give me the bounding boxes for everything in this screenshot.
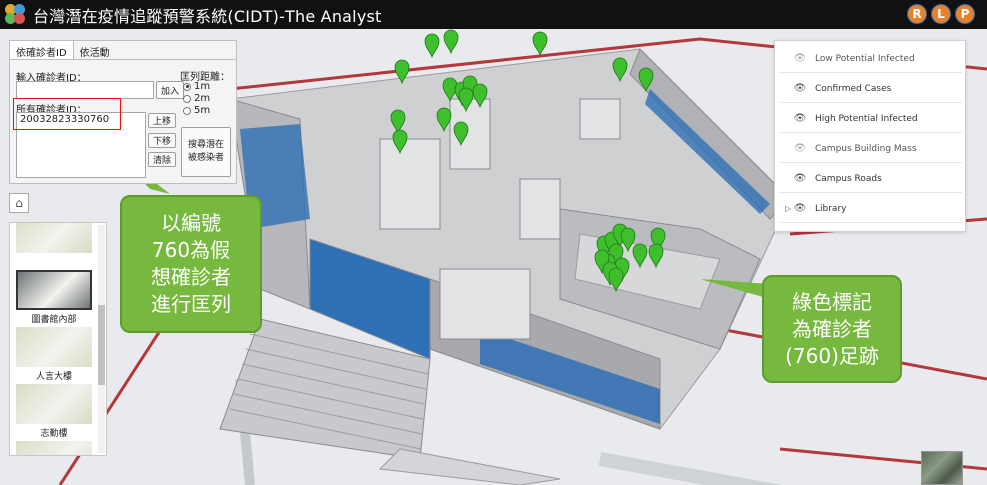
query-panel: 依確診者ID 依活動 輸入確診者ID： 加入 匡列距離： 1m 2m 5m 所有確診… — [9, 40, 237, 184]
visibility-eye-icon[interactable]: 👁 — [793, 83, 807, 94]
callout-right: 綠色標記 為確診者 (760)足跡 — [762, 275, 902, 383]
layer-item[interactable]: 👁 Low Potential Infected — [779, 45, 962, 73]
gallery-thumbnail — [16, 270, 92, 310]
header-badge-r[interactable]: R — [907, 4, 927, 24]
distance-option-label: 1m — [194, 81, 211, 92]
layer-item[interactable]: ▷ 👁 Library — [779, 195, 962, 223]
gallery-scrollbar[interactable] — [98, 225, 105, 453]
distance-option-label: 2m — [194, 93, 211, 104]
tab-by-activity[interactable]: 依活動 — [74, 41, 116, 59]
callout-line: 想確診者 — [151, 265, 231, 289]
highlight-box — [13, 98, 121, 130]
callout-line: (760)足跡 — [785, 343, 879, 368]
move-down-button[interactable]: 下移 — [148, 133, 176, 148]
case-marker-pin-icon[interactable] — [532, 31, 548, 57]
expand-caret-icon[interactable]: ▷ — [785, 204, 791, 213]
layer-name: Library — [815, 203, 847, 214]
case-marker-pin-icon[interactable] — [424, 33, 440, 59]
clear-button[interactable]: 清除 — [148, 152, 176, 167]
distance-option-1m[interactable]: 1m — [183, 81, 210, 92]
basemap-toggle[interactable] — [921, 451, 963, 485]
distance-option-5m[interactable]: 5m — [183, 105, 210, 116]
layer-item[interactable]: 👁 Campus Roads — [779, 165, 962, 193]
case-marker-pin-icon[interactable] — [443, 29, 459, 55]
visibility-eye-icon[interactable]: 👁 — [793, 53, 807, 64]
gallery-thumbnail — [16, 441, 92, 455]
visibility-eye-icon[interactable]: 👁 — [793, 173, 807, 184]
search-infected-button[interactable]: 搜尋潛在 被感染者 — [181, 127, 231, 177]
gallery-item[interactable] — [16, 223, 92, 255]
tab-by-case-id[interactable]: 依確診者ID — [10, 41, 74, 59]
scene-gallery: 圖書館內部人言大樓志勤樓土木水利館 — [9, 222, 107, 456]
home-icon: ⌂ — [15, 196, 23, 210]
gallery-thumbnail — [16, 384, 92, 424]
gallery-caption: 圖書館內部 — [31, 315, 77, 325]
gallery-caption: 志勤樓 — [40, 429, 68, 439]
layer-item[interactable]: 👁 Campus Building Mass — [779, 135, 962, 163]
layer-name: Confirmed Cases — [815, 83, 892, 94]
callout-line: 進行匡列 — [151, 292, 231, 316]
gallery-item[interactable]: 土木水利館 — [16, 441, 92, 455]
move-up-button[interactable]: 上移 — [148, 113, 176, 128]
visibility-eye-icon[interactable]: 👁 — [793, 203, 807, 214]
radio-icon — [183, 106, 191, 115]
gallery-thumbnail — [16, 223, 92, 253]
callout-line: 綠色標記 — [792, 289, 872, 314]
gallery-item[interactable]: 人言大樓 — [16, 327, 92, 382]
layer-name: Low Potential Infected — [815, 53, 915, 64]
layer-name: Campus Roads — [815, 173, 882, 184]
callout-line: 為確診者 — [792, 316, 872, 341]
visibility-eye-icon[interactable]: 👁 — [793, 113, 807, 124]
app-header: 台灣潛在疫情追蹤預警系統(CIDT)-The Analyst RLP — [0, 0, 987, 29]
callout-line: 以編號 — [161, 211, 221, 235]
layer-list: 👁 Low Potential Infected 👁 Confirmed Cases 👁… — [774, 40, 966, 232]
header-badge-l[interactable]: L — [931, 4, 951, 24]
distance-option-label: 5m — [194, 105, 211, 116]
header-badge-p[interactable]: P — [955, 4, 975, 24]
add-button[interactable]: 加入 — [156, 81, 184, 99]
gallery-item[interactable]: 志勤樓 — [16, 384, 92, 439]
distance-option-2m[interactable]: 2m — [183, 93, 210, 104]
layer-name: High Potential Infected — [815, 113, 918, 124]
gallery-caption: 人言大樓 — [35, 372, 72, 382]
app-title: 台灣潛在疫情追蹤預警系統(CIDT)-The Analyst — [33, 6, 382, 26]
app-logo-icon — [5, 3, 27, 26]
gallery-thumbnail — [16, 327, 92, 367]
header-badges: RLP — [907, 4, 975, 24]
case-id-input[interactable] — [16, 81, 154, 99]
library-building — [219, 48, 791, 485]
layer-item[interactable]: 👁 High Potential Infected — [779, 105, 962, 133]
home-button[interactable]: ⌂ — [9, 193, 29, 213]
gallery-item[interactable]: 圖書館內部 — [16, 270, 92, 325]
query-tabs: 依確診者ID 依活動 — [10, 41, 236, 60]
search-button-line2: 被感染者 — [187, 153, 224, 163]
radio-icon — [183, 94, 191, 103]
layer-name: Campus Building Mass — [815, 143, 917, 154]
callout-line: 760為假 — [151, 238, 231, 262]
search-button-line1: 搜尋潛在 — [187, 140, 224, 150]
radio-icon — [183, 82, 191, 91]
callout-left: 以編號 760為假想確診者進行匡列 — [120, 195, 262, 333]
layer-item[interactable]: 👁 Confirmed Cases — [779, 75, 962, 103]
visibility-eye-icon[interactable]: 👁 — [793, 143, 807, 154]
